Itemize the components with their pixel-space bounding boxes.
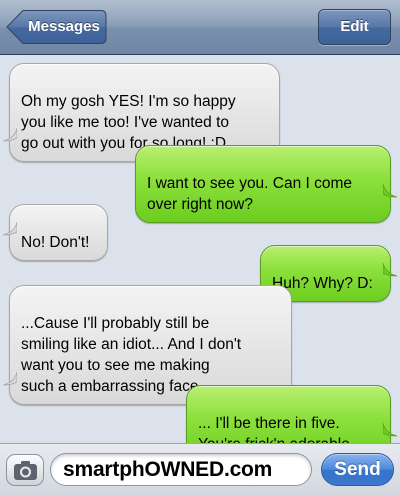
- back-button[interactable]: Messages: [6, 9, 107, 45]
- outgoing-bubble-tail: [383, 423, 397, 437]
- message-text: ...Cause I'll probably still be smiling …: [21, 315, 242, 395]
- message-text-field[interactable]: smartphOWNED.com: [50, 453, 312, 486]
- message-input-bar: smartphOWNED.com Send: [0, 443, 400, 496]
- send-button[interactable]: Send: [321, 453, 394, 486]
- message-thread[interactable]: Oh my gosh YES! I'm so happy you like me…: [0, 56, 400, 463]
- outgoing-bubble-tail: [383, 184, 397, 198]
- camera-icon: [14, 461, 37, 480]
- message-text: I want to see you. Can I come over right…: [147, 175, 353, 213]
- navigation-bar: Messages Edit: [0, 0, 400, 55]
- incoming-message: No! Don't!: [9, 204, 108, 261]
- camera-button[interactable]: [6, 454, 44, 486]
- message-text: No! Don't!: [21, 234, 90, 251]
- message-text: Oh my gosh YES! I'm so happy you like me…: [21, 93, 236, 152]
- incoming-bubble-tail: [3, 372, 17, 386]
- outgoing-message: I want to see you. Can I come over right…: [135, 145, 391, 223]
- incoming-bubble-tail: [3, 128, 17, 142]
- incoming-bubble-tail: [3, 222, 17, 236]
- back-button-label: Messages: [28, 18, 100, 35]
- edit-button[interactable]: Edit: [318, 9, 391, 45]
- outgoing-bubble-tail: [383, 263, 397, 277]
